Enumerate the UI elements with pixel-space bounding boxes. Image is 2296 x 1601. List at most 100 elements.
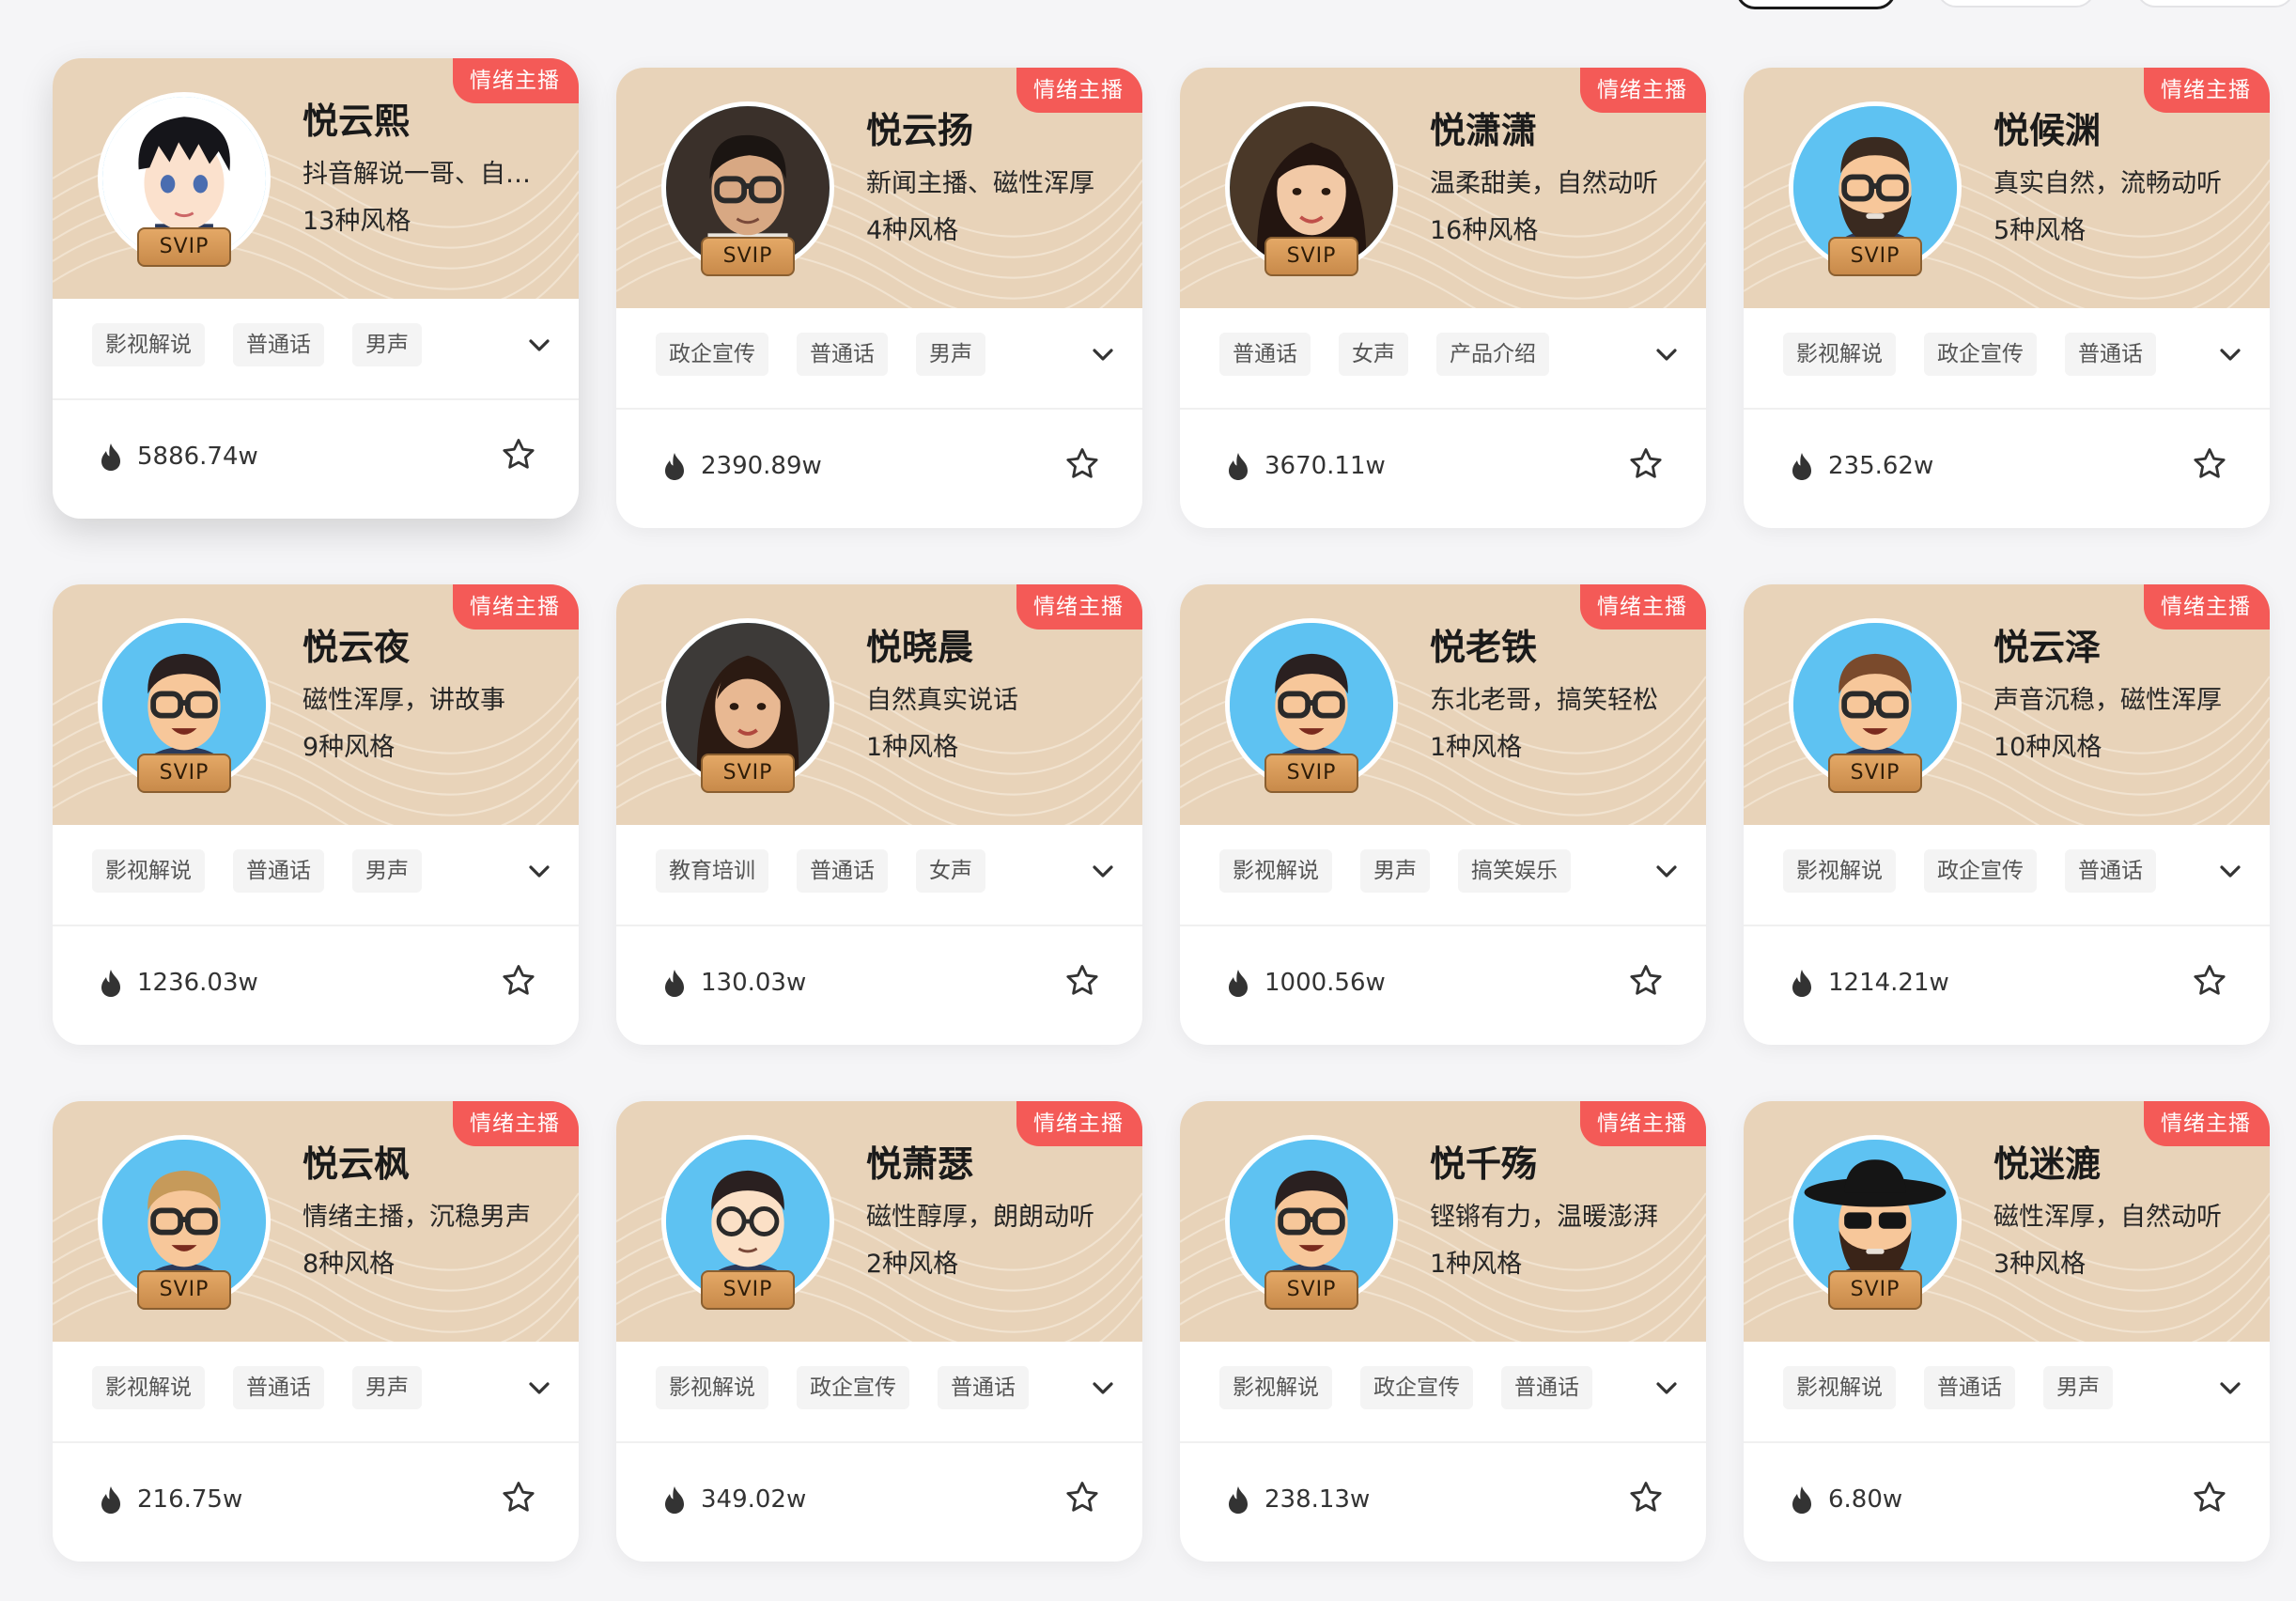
voice-info: 悦千殇 铿锵有力，温暖澎湃 1种风格 xyxy=(1430,1141,1682,1283)
voice-card[interactable]: 情绪主播 SVIP 悦千殇 铿锵有力，温暖澎湃 1种风格 影视解说 政企宣传 普通话 xyxy=(1180,1101,1706,1562)
flame-icon xyxy=(1229,970,1248,997)
tag-list: 影视解说 政企宣传 普通话 xyxy=(1783,333,2156,376)
chevron-down-icon[interactable] xyxy=(1084,336,1122,374)
svip-badge: SVIP xyxy=(1828,237,1922,276)
voice-card[interactable]: 情绪主播 SVIP 悦云夜 磁性浑厚，讲故事 9种风格 影视解说普通话男声 xyxy=(53,584,579,1045)
tag-list: 普通话 女声 产品介绍 xyxy=(1219,333,1549,376)
tag-chip: 普通话 xyxy=(797,849,888,893)
favorite-star-icon[interactable] xyxy=(1627,445,1665,483)
play-count: 349.02w xyxy=(701,1485,807,1514)
style-count: 1种风格 xyxy=(866,733,959,762)
tags-row: 影视解说 男声 搞笑娱乐 xyxy=(1180,825,1706,926)
voice-description: 抖音解说一哥、自然动听 xyxy=(303,160,554,189)
voice-card-grid: 情绪主播 SVIP 悦云熙 抖音解说一哥、自然动听 13种风格 影视解说 普通话男… xyxy=(53,58,2270,1562)
svip-badge: SVIP xyxy=(701,237,795,276)
voice-description: 温柔甜美，自然动听 xyxy=(1430,169,1658,198)
favorite-star-icon[interactable] xyxy=(1063,962,1101,1000)
chevron-down-icon[interactable] xyxy=(2211,1370,2249,1407)
tags-row: 影视解说 政企宣传 普通话 xyxy=(616,1342,1142,1443)
tag-chip: 影视解说 xyxy=(1783,849,1896,893)
filter-pill[interactable] xyxy=(1937,0,2095,8)
voice-description: 磁性浑厚，讲故事 xyxy=(303,686,505,715)
flame-icon xyxy=(101,1486,120,1514)
play-stat: 216.75w xyxy=(98,1481,242,1518)
voice-card[interactable]: 情绪主播 SVIP 悦迷漉 磁性浑厚，自然动听 3种风格 影视解说普通话男声 xyxy=(1744,1101,2270,1562)
svip-badge: SVIP xyxy=(701,754,795,793)
voice-card[interactable]: 情绪主播 SVIP 悦潇潇 温柔甜美，自然动听 16种风格 普通话 女声 产品介绍 xyxy=(1180,68,1706,528)
chevron-down-icon[interactable] xyxy=(520,853,558,891)
tag-list: 影视解说 普通话 男声 xyxy=(92,1366,422,1409)
chevron-down-icon[interactable] xyxy=(2211,336,2249,374)
favorite-star-icon[interactable] xyxy=(1627,1479,1665,1516)
tags-row: 影视解说 普通话 男声 xyxy=(53,825,579,926)
chevron-down-icon[interactable] xyxy=(520,1370,558,1407)
category-badge: 情绪主播 xyxy=(453,584,579,630)
chevron-down-icon[interactable] xyxy=(1084,1370,1122,1407)
chevron-down-icon[interactable] xyxy=(2211,853,2249,891)
tags-row: 普通话 女声 产品介绍 xyxy=(1180,308,1706,410)
flame-icon xyxy=(1792,1486,1811,1514)
favorite-star-icon[interactable] xyxy=(1063,445,1101,483)
voice-name: 悦云泽 xyxy=(1993,627,2102,668)
favorite-star-icon[interactable] xyxy=(2191,1479,2228,1516)
voice-info: 悦云夜 磁性浑厚，讲故事 9种风格 xyxy=(303,624,554,767)
filter-pill[interactable] xyxy=(2136,0,2294,8)
play-stat: 1000.56w xyxy=(1225,964,1386,1002)
svip-badge: SVIP xyxy=(1264,754,1358,793)
card-header: 情绪主播 SVIP 悦晓晨 自然真实说话 1种风格 xyxy=(616,584,1142,825)
tag-chip: 女声 xyxy=(916,849,985,893)
card-footer: 1000.56w xyxy=(1180,926,1706,1045)
play-count: 1214.21w xyxy=(1828,969,1949,997)
chevron-down-icon[interactable] xyxy=(1648,1370,1685,1407)
filter-pill-active[interactable] xyxy=(1736,0,1896,9)
voice-card[interactable]: 情绪主播 SVIP 悦晓晨 自然真实说话 1种风格 教育培训普通话女声 13 xyxy=(616,584,1142,1045)
tag-chip: 男声 xyxy=(352,849,422,893)
favorite-star-icon[interactable] xyxy=(2191,445,2228,483)
voice-description: 东北老哥，搞笑轻松 xyxy=(1430,686,1658,715)
voice-description: 情绪主播，沉稳男声 xyxy=(303,1203,531,1232)
favorite-star-icon[interactable] xyxy=(1063,1479,1101,1516)
voice-card[interactable]: 情绪主播 SVIP 悦候渊 真实自然，流畅动听 5种风格 影视解说 政企宣传 普通话 xyxy=(1744,68,2270,528)
voice-name: 悦迷漉 xyxy=(1993,1143,2102,1185)
favorite-star-icon[interactable] xyxy=(500,1479,537,1516)
voice-name: 悦云枫 xyxy=(303,1143,411,1185)
avatar-wrap: SVIP xyxy=(1225,101,1398,276)
style-count: 10种风格 xyxy=(1993,733,2102,762)
play-stat: 349.02w xyxy=(661,1481,806,1518)
tags-row: 影视解说 政企宣传 普通话 xyxy=(1180,1342,1706,1443)
play-count: 6.80w xyxy=(1828,1485,1903,1514)
chevron-down-icon[interactable] xyxy=(1084,853,1122,891)
play-count: 130.03w xyxy=(701,969,807,997)
card-footer: 238.13w xyxy=(1180,1443,1706,1562)
voice-description: 自然真实说话 xyxy=(866,686,1018,715)
favorite-star-icon[interactable] xyxy=(1627,962,1665,1000)
favorite-star-icon[interactable] xyxy=(500,436,537,474)
chevron-down-icon[interactable] xyxy=(1648,336,1685,374)
tag-chip: 男声 xyxy=(352,323,422,366)
tags-row: 影视解说 普通话 男声 xyxy=(53,1342,579,1443)
tag-list: 影视解说 普通话 男声 xyxy=(1783,1366,2113,1409)
voice-card[interactable]: 情绪主播 SVIP 悦云枫 情绪主播，沉稳男声 8种风格 影视解说普通话男声 xyxy=(53,1101,579,1562)
card-header: 情绪主播 SVIP 悦云熙 抖音解说一哥、自然动听 13种风格 xyxy=(53,58,579,299)
voice-card[interactable]: 情绪主播 SVIP 悦云泽 声音沉稳，磁性浑厚 10种风格 影视解说 政企宣传 普通… xyxy=(1744,584,2270,1045)
chevron-down-icon[interactable] xyxy=(1648,853,1685,891)
avatar-wrap: SVIP xyxy=(661,101,834,276)
voice-description: 真实自然，流畅动听 xyxy=(1993,169,2222,198)
tag-chip: 影视解说 xyxy=(92,1366,205,1409)
play-stat: 3670.11w xyxy=(1225,447,1386,485)
voice-info: 悦候渊 真实自然，流畅动听 5种风格 xyxy=(1993,107,2245,250)
voice-card[interactable]: 情绪主播 SVIP 悦云扬 新闻主播、磁性浑厚 4种风格 政企宣传普通话男声 xyxy=(616,68,1142,528)
chevron-down-icon[interactable] xyxy=(520,327,558,365)
voice-card[interactable]: 情绪主播 SVIP 悦老铁 东北老哥，搞笑轻松 1种风格 影视解说 男声 搞笑娱乐 xyxy=(1180,584,1706,1045)
voice-card[interactable]: 情绪主播 SVIP 悦萧瑟 磁性醇厚，朗朗动听 2种风格 影视解说 政企宣传 普通话 xyxy=(616,1101,1142,1562)
favorite-star-icon[interactable] xyxy=(2191,962,2228,1000)
card-header: 情绪主播 SVIP 悦迷漉 磁性浑厚，自然动听 3种风格 xyxy=(1744,1101,2270,1342)
tag-list: 影视解说 普通话 男声 xyxy=(92,323,422,366)
play-stat: 235.62w xyxy=(1789,447,1933,485)
avatar-wrap: SVIP xyxy=(98,92,271,267)
category-badge: 情绪主播 xyxy=(2144,584,2270,630)
flame-icon xyxy=(1229,1486,1248,1514)
favorite-star-icon[interactable] xyxy=(500,962,537,1000)
voice-card[interactable]: 情绪主播 SVIP 悦云熙 抖音解说一哥、自然动听 13种风格 影视解说 普通话男… xyxy=(53,58,579,519)
svip-badge: SVIP xyxy=(137,1270,231,1310)
